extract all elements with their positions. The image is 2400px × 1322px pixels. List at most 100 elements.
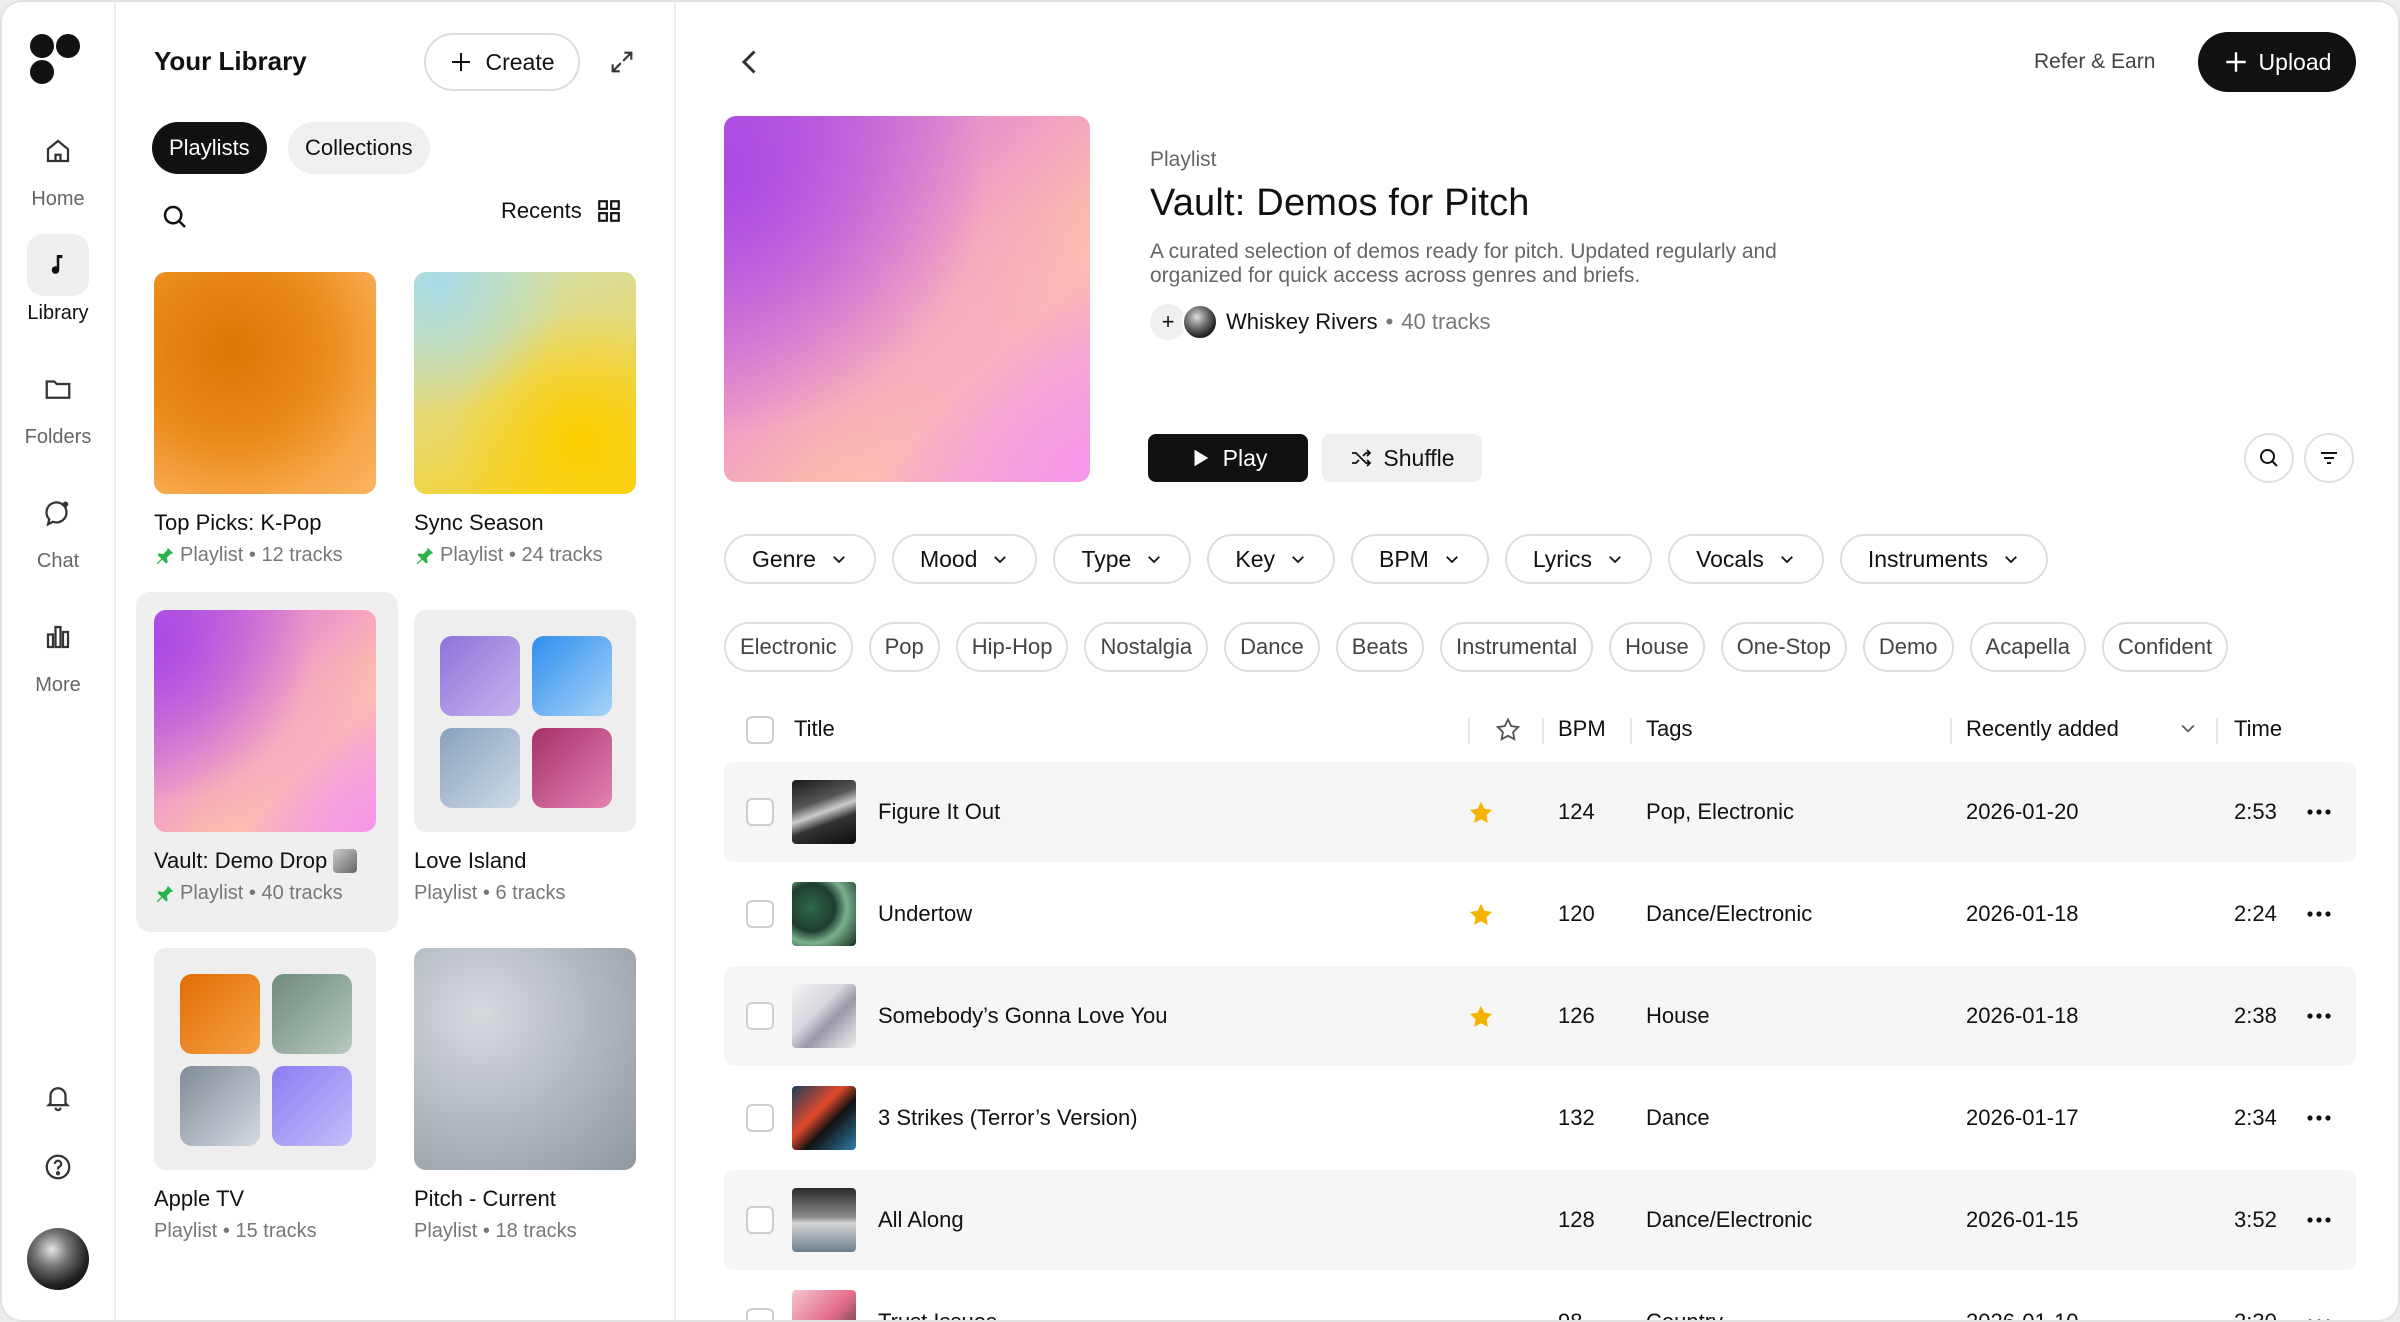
row-checkbox[interactable] <box>746 798 774 826</box>
tag-chip[interactable]: House <box>1609 622 1705 672</box>
row-checkbox[interactable] <box>746 1002 774 1030</box>
more-horizontal-icon[interactable] <box>2304 902 2334 926</box>
more-horizontal-icon[interactable] <box>2304 1208 2334 1232</box>
star-outline-icon[interactable] <box>1494 716 1522 744</box>
table-row[interactable]: Figure It Out 124 Pop, Electronic 2026-0… <box>724 762 2356 862</box>
rail-item-library[interactable]: Library <box>2 234 114 325</box>
tag-chip[interactable]: Instrumental <box>1440 622 1594 672</box>
profile-button[interactable] <box>2 1228 114 1290</box>
sort-button[interactable]: Recents <box>501 198 622 224</box>
track-added-date: 2026-01-17 <box>1966 1105 2079 1130</box>
table-row[interactable]: Somebody’s Gonna Love You 126 House 2026… <box>724 966 2356 1066</box>
notifications-button[interactable] <box>2 1082 114 1112</box>
playlist-kind: Playlist <box>1150 148 1217 171</box>
playlist-card-active[interactable]: Vault: Demo Drop Playlist • 40 tracks <box>136 592 398 932</box>
playlist-card[interactable]: Love Island Playlist • 6 tracks <box>396 592 658 932</box>
chevron-down-icon <box>1780 556 1793 564</box>
star-filled-icon[interactable] <box>1466 1002 1496 1032</box>
upload-button[interactable]: Upload <box>2198 32 2356 92</box>
tag-chip[interactable]: One-Stop <box>1720 622 1847 672</box>
more-horizontal-icon[interactable] <box>2304 800 2334 824</box>
filter-mood[interactable]: Mood <box>891 534 1038 584</box>
library-search-button[interactable] <box>160 202 190 232</box>
select-all-checkbox[interactable] <box>746 716 774 744</box>
refer-earn-link[interactable]: Refer & Earn <box>2034 50 2155 74</box>
row-checkbox[interactable] <box>746 1308 774 1320</box>
track-title[interactable]: Trust Issues <box>878 1309 997 1320</box>
playlist-card[interactable]: Apple TV Playlist • 15 tracks <box>136 930 398 1270</box>
owner-avatar[interactable] <box>1182 304 1218 340</box>
row-checkbox[interactable] <box>746 1206 774 1234</box>
column-title[interactable]: Title <box>794 716 835 742</box>
playlist-card[interactable]: Sync Season Playlist • 24 tracks <box>396 254 658 594</box>
tag-chip[interactable]: Dance <box>1224 622 1320 672</box>
shuffle-button[interactable]: Shuffle <box>1322 434 1482 482</box>
tag-chip[interactable]: Pop <box>868 622 940 672</box>
back-button[interactable] <box>732 44 768 80</box>
filter-instruments[interactable]: Instruments <box>1839 534 2048 584</box>
tag-chip[interactable]: Confident <box>2101 622 2229 672</box>
table-row[interactable]: All Along 128 Dance/Electronic 2026-01-1… <box>724 1170 2356 1270</box>
track-title[interactable]: Figure It Out <box>878 799 1000 825</box>
rail-item-folders[interactable]: Folders <box>2 358 114 449</box>
rail-item-home[interactable]: Home <box>2 120 114 211</box>
app-logo[interactable] <box>28 32 86 88</box>
filter-lyrics[interactable]: Lyrics <box>1504 534 1653 584</box>
collage-tile <box>272 1066 352 1146</box>
track-added-date: 2026-01-18 <box>1966 1003 2079 1028</box>
star-filled-icon[interactable] <box>1466 900 1496 930</box>
more-horizontal-icon[interactable] <box>2304 1310 2334 1322</box>
search-tracks-button[interactable] <box>2244 433 2294 483</box>
add-collaborator-button[interactable]: + <box>1150 304 1186 340</box>
tag-chip[interactable]: Hip-Hop <box>955 622 1069 672</box>
rail-item-more[interactable]: More <box>2 606 114 697</box>
tag-chip[interactable]: Electronic <box>724 622 853 672</box>
music-note-icon <box>27 234 89 296</box>
tab-collections[interactable]: Collections <box>288 122 430 174</box>
column-time[interactable]: Time <box>2234 716 2282 742</box>
create-button[interactable]: Create <box>424 33 580 91</box>
track-title[interactable]: Somebody’s Gonna Love You <box>878 1003 1168 1029</box>
tag-chip[interactable]: Nostalgia <box>1084 622 1209 672</box>
filter-key[interactable]: Key <box>1207 534 1335 584</box>
track-title[interactable]: All Along <box>878 1207 964 1233</box>
column-bpm[interactable]: BPM <box>1558 716 1606 742</box>
column-recently-added[interactable]: Recently added <box>1966 716 2119 742</box>
filter-bpm[interactable]: BPM <box>1351 534 1489 584</box>
play-button[interactable]: Play <box>1148 434 1308 482</box>
rail-item-chat[interactable]: Chat <box>2 482 114 573</box>
playlist-name-text: Apple TV <box>154 1186 245 1211</box>
owner-name[interactable]: Whiskey Rivers <box>1226 309 1378 335</box>
playlist-card[interactable]: Top Picks: K-Pop Playlist • 12 tracks <box>136 254 398 594</box>
track-bpm: 126 <box>1558 1003 1595 1028</box>
filter-label: Mood <box>919 545 978 572</box>
table-row[interactable]: 3 Strikes (Terror’s Version) 132 Dance 2… <box>724 1068 2356 1168</box>
filter-type[interactable]: Type <box>1053 534 1192 584</box>
tag-chips: Electronic Pop Hip-Hop Nostalgia Dance B… <box>724 622 2229 672</box>
filter-menu-button[interactable] <box>2304 433 2354 483</box>
chevron-down-icon[interactable] <box>2178 718 2198 738</box>
track-title[interactable]: 3 Strikes (Terror’s Version) <box>878 1105 1138 1131</box>
more-horizontal-icon[interactable] <box>2304 1004 2334 1028</box>
table-row[interactable]: Trust Issues 98 Country 2026-01-10 2:30 <box>724 1272 2356 1322</box>
tab-playlists[interactable]: Playlists <box>152 122 267 174</box>
row-checkbox[interactable] <box>746 900 774 928</box>
track-title[interactable]: Undertow <box>878 901 972 927</box>
avatar <box>27 1228 89 1290</box>
expand-button[interactable] <box>604 44 640 80</box>
tag-chip[interactable]: Acapella <box>1969 622 2086 672</box>
row-checkbox[interactable] <box>746 1104 774 1132</box>
star-filled-icon[interactable] <box>1466 798 1496 828</box>
tag-chip[interactable]: Demo <box>1862 622 1954 672</box>
table-row[interactable]: Undertow 120 Dance/Electronic 2026-01-18… <box>724 864 2356 964</box>
playlist-name-text: Pitch - Current <box>414 1186 556 1211</box>
help-button[interactable] <box>2 1152 114 1182</box>
tag-chip[interactable]: Beats <box>1335 622 1425 672</box>
column-tags[interactable]: Tags <box>1646 716 1692 742</box>
filter-genre[interactable]: Genre <box>724 534 876 584</box>
chevron-down-icon <box>1445 556 1458 564</box>
playlist-card[interactable]: Pitch - Current Playlist • 18 tracks <box>396 930 658 1270</box>
filter-vocals[interactable]: Vocals <box>1668 534 1824 584</box>
more-horizontal-icon[interactable] <box>2304 1106 2334 1130</box>
track-added-date: 2026-01-20 <box>1966 799 2079 824</box>
